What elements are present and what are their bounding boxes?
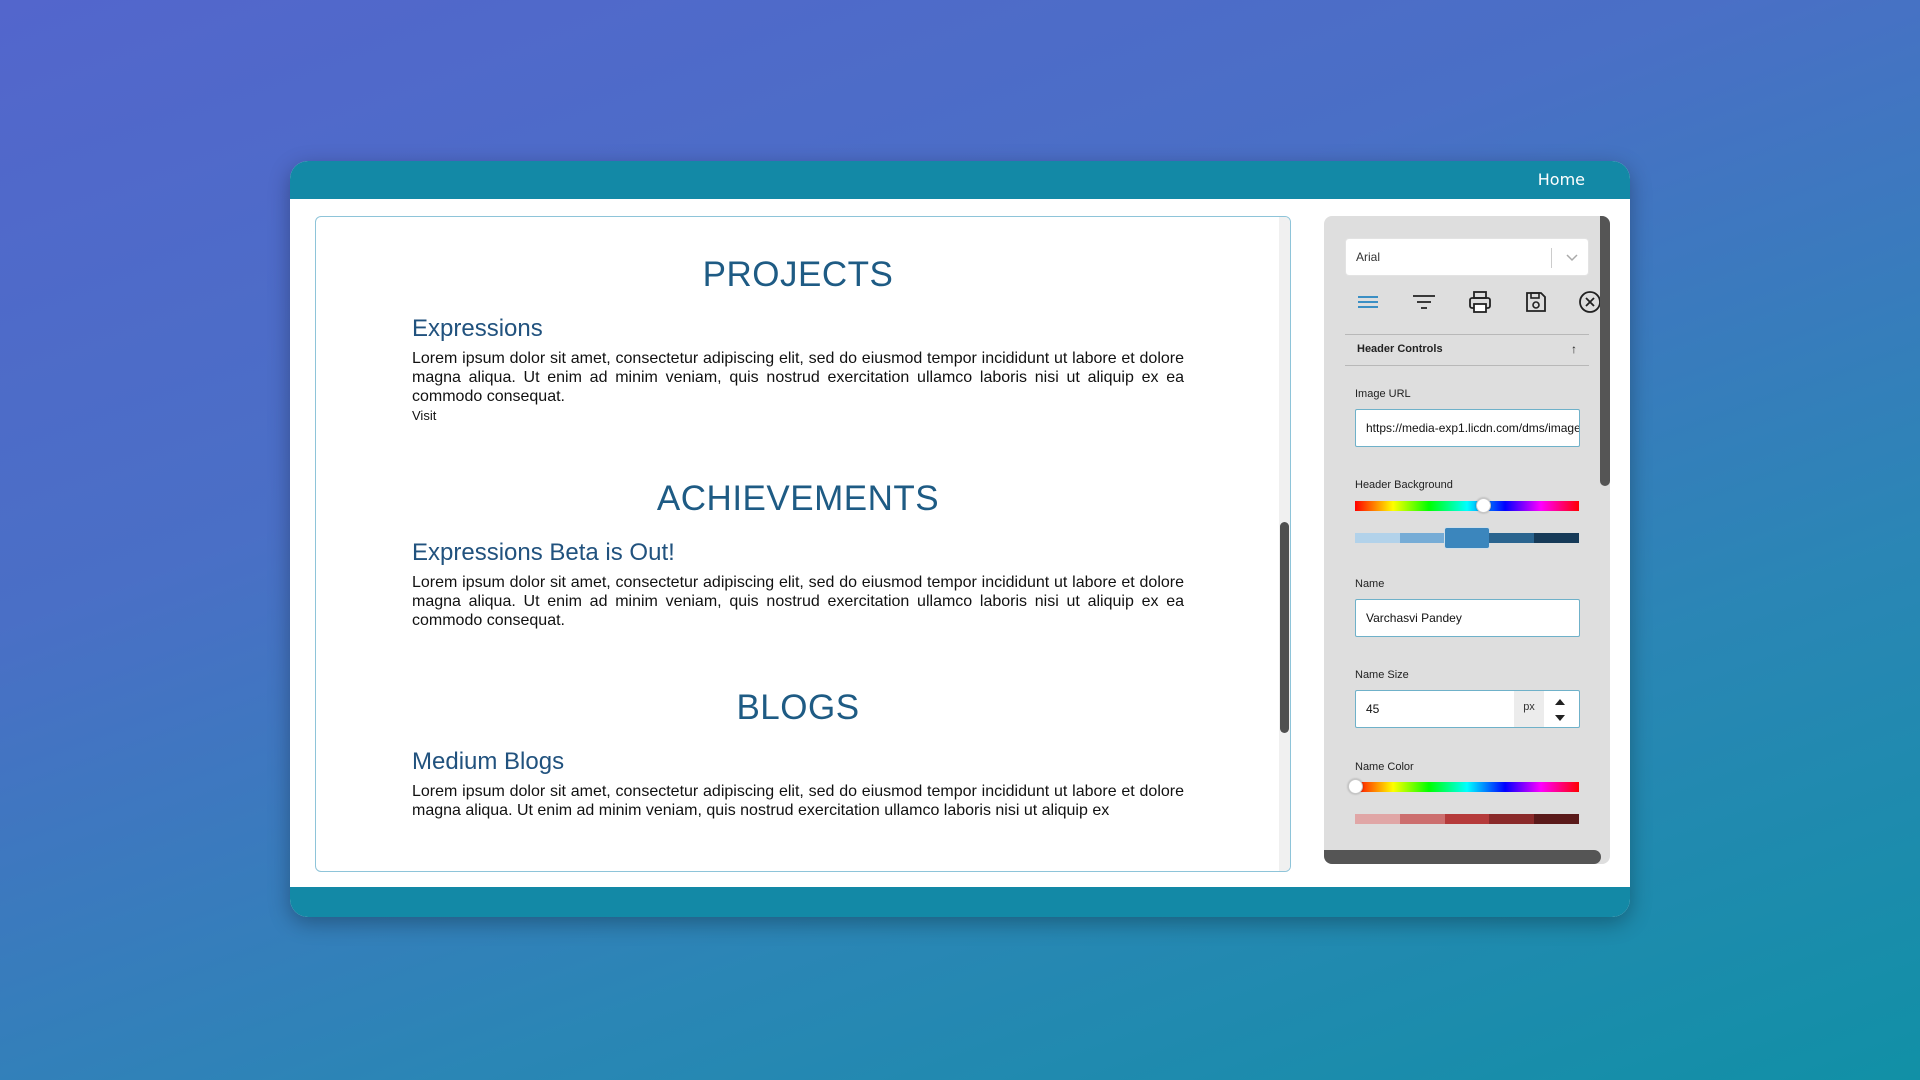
header-background-hue-thumb[interactable]: [1475, 498, 1491, 513]
name-size-value[interactable]: 45: [1366, 702, 1379, 716]
section-title-achievements: ACHIEVEMENTS: [656, 479, 940, 518]
toolbar-divider: [1345, 334, 1589, 335]
name-size-unit: px: [1514, 691, 1544, 727]
header-background-label: Header Background: [1355, 479, 1453, 491]
app-window: Home PROJECTS Expressions Lorem ipsum do…: [290, 161, 1630, 917]
chevron-down-icon[interactable]: [1565, 250, 1579, 267]
section-header-label: Header Controls: [1357, 343, 1443, 355]
panel-scrollbar-horizontal[interactable]: [1324, 850, 1601, 864]
name-size-stepper[interactable]: 45 px: [1355, 690, 1580, 728]
name-color-swatch-5[interactable]: [1534, 814, 1579, 824]
image-url-label: Image URL: [1355, 388, 1411, 400]
section-divider: [1345, 365, 1589, 366]
home-link[interactable]: Home: [1538, 170, 1585, 189]
bottom-bar: [290, 887, 1630, 917]
top-navbar: Home: [290, 161, 1630, 199]
blog-title: Medium Blogs: [412, 748, 565, 775]
decrement-icon[interactable]: [1552, 712, 1568, 724]
name-color-label: Name Color: [1355, 761, 1414, 773]
header-background-swatch-3[interactable]: [1444, 528, 1490, 548]
name-label: Name: [1355, 578, 1385, 590]
name-size-label: Name Size: [1355, 669, 1409, 681]
project-description: Lorem ipsum dolor sit amet, consectetur …: [412, 350, 1184, 405]
header-background-swatch-5[interactable]: [1534, 533, 1579, 543]
name-color-shades: [1355, 814, 1579, 824]
header-background-swatch-4[interactable]: [1489, 533, 1535, 543]
header-background-shades: [1355, 528, 1579, 548]
achievement-description: Lorem ipsum dolor sit amet, consectetur …: [412, 574, 1184, 629]
panel-scrollbar-vertical[interactable]: [1600, 216, 1610, 486]
name-color-swatch-1[interactable]: [1355, 814, 1400, 824]
controls-panel: Arial Header Controls ↑ Image URL https:…: [1324, 216, 1610, 864]
filter-icon[interactable]: [1410, 288, 1438, 316]
blog-description: Lorem ipsum dolor sit amet, consectetur …: [412, 783, 1184, 819]
achievement-title: Expressions Beta is Out!: [412, 539, 675, 566]
name-input[interactable]: Varchasvi Pandey: [1355, 599, 1580, 637]
section-title-blogs: BLOGS: [736, 688, 860, 727]
select-separator: [1551, 248, 1552, 268]
resume-preview[interactable]: PROJECTS Expressions Lorem ipsum dolor s…: [315, 216, 1291, 872]
header-background-swatch-1[interactable]: [1355, 533, 1400, 543]
name-color-swatch-4[interactable]: [1489, 814, 1535, 824]
name-color-swatch-2[interactable]: [1399, 814, 1445, 824]
project-title: Expressions: [412, 315, 543, 342]
preview-scrollbar[interactable]: [1279, 217, 1290, 871]
print-icon[interactable]: [1466, 288, 1494, 316]
header-background-swatch-2[interactable]: [1399, 533, 1445, 543]
visit-link[interactable]: Visit: [412, 408, 1184, 423]
header-controls-toggle[interactable]: Header Controls ↑: [1345, 336, 1589, 362]
image-url-input[interactable]: https://media-exp1.licdn.com/dms/image: [1355, 409, 1580, 447]
section-title-projects: PROJECTS: [702, 255, 894, 294]
increment-icon[interactable]: [1552, 696, 1568, 708]
header-background-hue-slider[interactable]: [1355, 498, 1579, 513]
preview-scrollbar-thumb[interactable]: [1280, 522, 1289, 733]
menu-icon[interactable]: [1354, 288, 1382, 316]
name-color-swatch-3[interactable]: [1444, 814, 1490, 824]
save-icon[interactable]: [1522, 288, 1550, 316]
name-color-hue-thumb[interactable]: [1348, 779, 1363, 794]
preview-content: PROJECTS Expressions Lorem ipsum dolor s…: [412, 217, 1184, 820]
font-family-select[interactable]: Arial: [1345, 238, 1589, 276]
font-select-value: Arial: [1356, 250, 1381, 264]
arrow-up-icon[interactable]: ↑: [1571, 342, 1577, 356]
name-color-hue-slider[interactable]: [1348, 779, 1579, 794]
panel-toolbar: [1345, 284, 1601, 320]
